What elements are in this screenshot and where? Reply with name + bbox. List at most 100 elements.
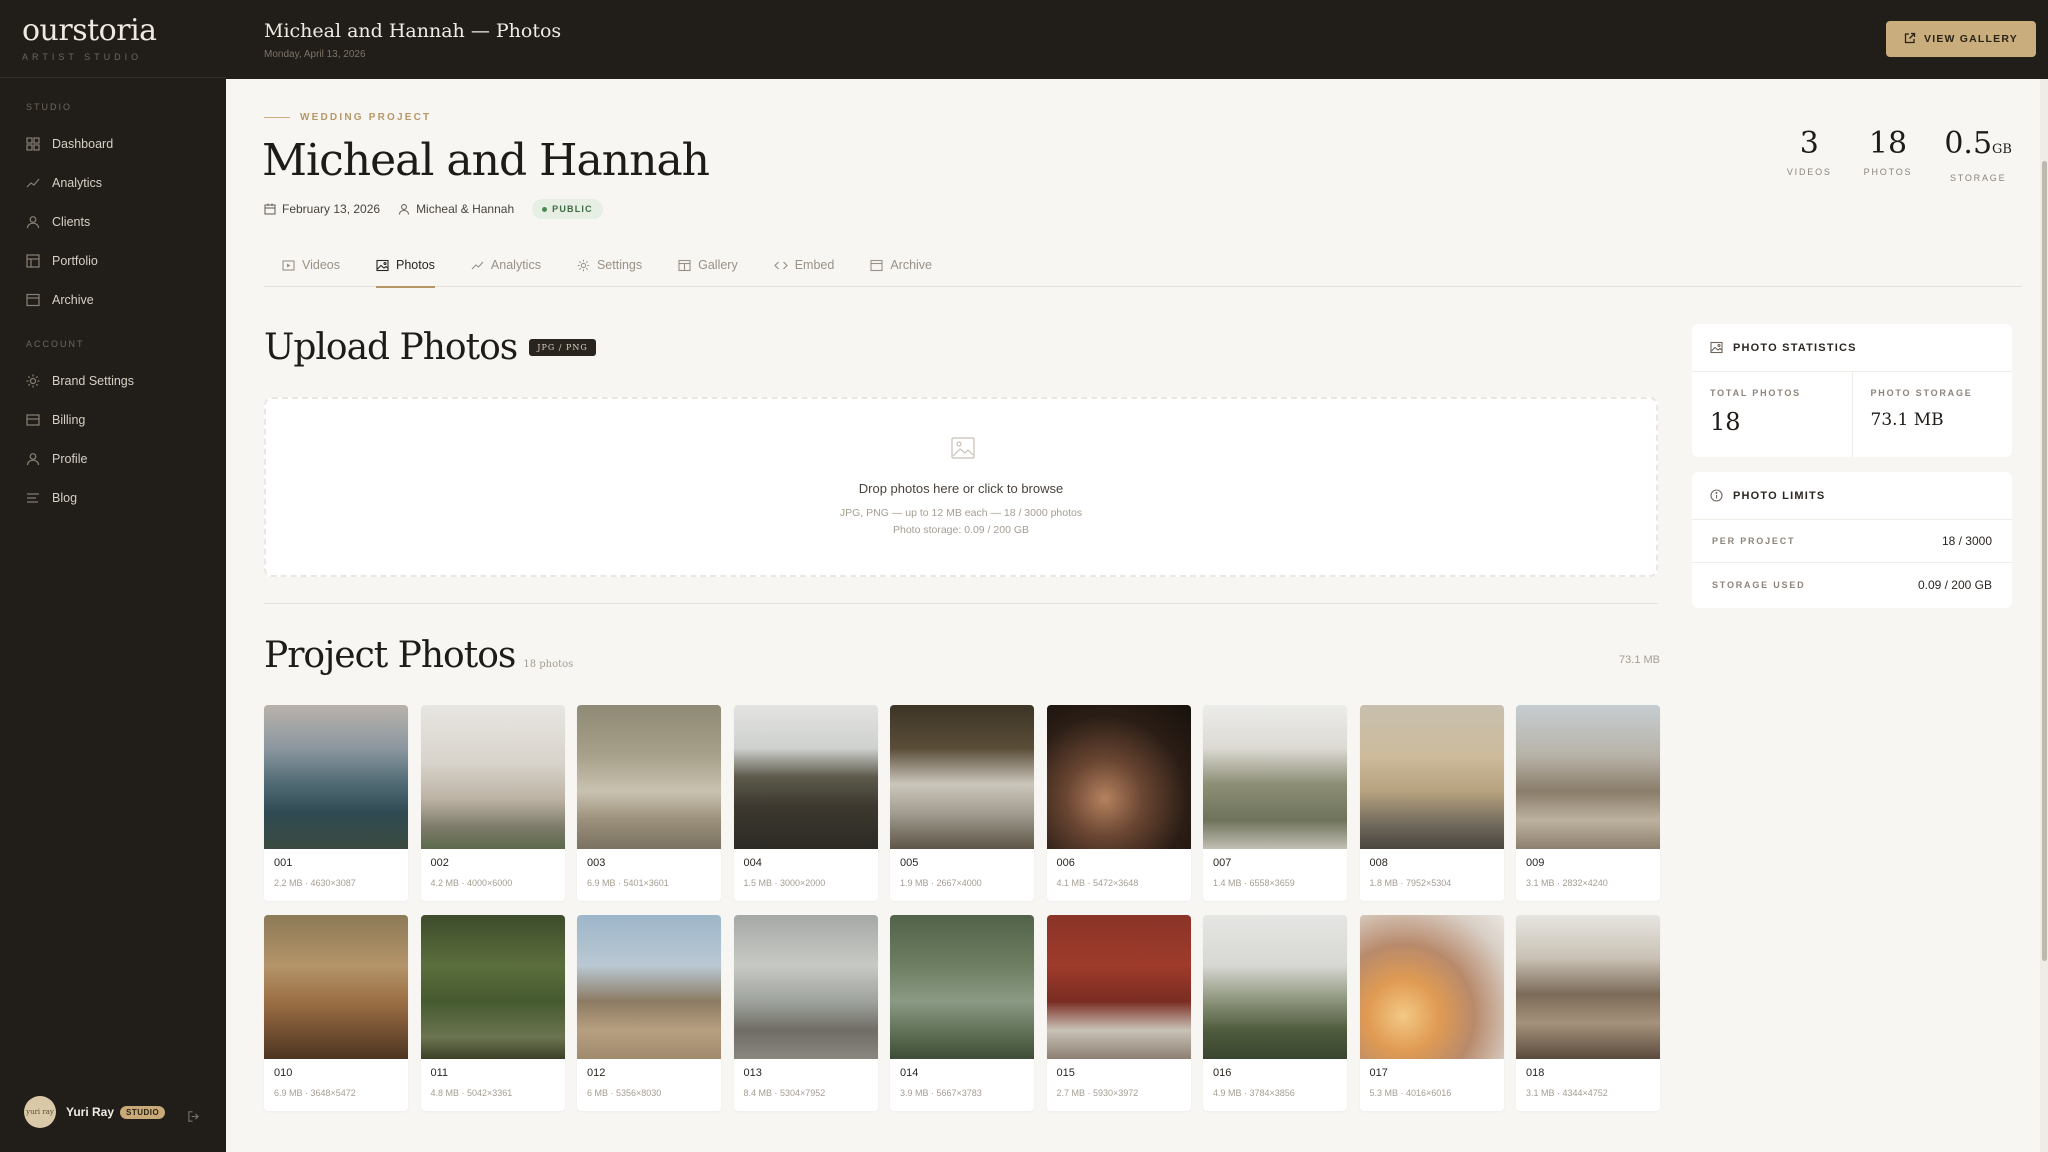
photo-number: 014 [900,1067,919,1079]
image-upload-icon [951,437,975,464]
limit-row-storage: STORAGE USED 0.09 / 200 GB [1692,563,2012,606]
photo-thumbnail[interactable] [1046,705,1191,849]
sidebar-item-label: Blog [52,490,78,505]
archive-icon [870,259,883,271]
photos-total-size: 73.1 MB [1619,654,1660,666]
photo-card[interactable]: 011 4.8 MB · 5042×3361 [420,915,565,1111]
sidebar-item-portfolio[interactable]: Portfolio [0,241,226,280]
photo-dropzone[interactable]: Drop photos here or click to browse JPG,… [264,397,1658,577]
eyebrow-line [264,117,290,118]
image-icon [376,259,389,271]
photo-thumbnail[interactable] [1203,915,1347,1059]
photo-card[interactable]: 012 6 MB · 5356×8030 [577,915,721,1111]
photo-thumbnail[interactable] [264,915,408,1059]
photo-card[interactable]: 013 8.4 MB · 5304×7952 [733,915,878,1111]
sidebar-item-dashboard[interactable]: Dashboard [0,124,226,163]
tab-photos[interactable]: Photos [358,243,453,288]
studio-nav: Dashboard Analytics Clients Portfolio Ar… [0,124,226,319]
sidebar: ourstoria ARTIST STUDIO STUDIO Dashboard… [0,0,226,1152]
view-gallery-label: VIEW GALLERY [1924,33,2018,45]
photo-card[interactable]: 005 1.9 MB · 2667×4000 [890,705,1034,901]
tab-settings[interactable]: Settings [559,243,660,287]
sidebar-item-clients[interactable]: Clients [0,202,226,241]
user-profile[interactable]: yuri ray Yuri Ray STUDIO [24,1096,204,1128]
logout-icon[interactable] [187,1110,200,1128]
photo-meta: 2.7 MB · 5930×3972 [1056,1088,1139,1098]
photo-card[interactable]: 017 5.3 MB · 4016×6016 [1359,915,1504,1111]
tab-label: Settings [596,258,643,272]
photo-thumbnail[interactable] [264,705,408,849]
tab-archive[interactable]: Archive [852,243,950,287]
archive-icon [26,293,40,307]
tab-label: Analytics [490,258,541,272]
stat-label: STORAGE [1949,173,2007,183]
user-icon [26,452,40,466]
user-icon [399,204,410,215]
photo-thumbnail[interactable] [1203,705,1347,849]
photo-number: 016 [1213,1067,1232,1079]
lines-icon [26,491,40,505]
photo-card[interactable]: 002 4.2 MB · 4000×6000 [420,705,565,901]
photo-card[interactable]: 004 1.5 MB · 3000×2000 [733,705,878,901]
photo-storage-stat: PHOTO STORAGE 73.1 MB [1851,372,2013,457]
project-date: February 13, 2026 [264,202,380,216]
calendar-icon [264,203,276,215]
photo-thumbnail[interactable] [1516,915,1660,1059]
photo-caption: 003 6.9 MB · 5401×3601 [577,849,721,888]
photo-card[interactable]: 010 6.9 MB · 3648×5472 [264,915,408,1111]
sidebar-item-analytics[interactable]: Analytics [0,163,226,202]
photo-thumbnail[interactable] [577,705,721,849]
sidebar-item-billing[interactable]: Billing [0,400,226,439]
dropzone-storage: Photo storage: 0.09 / 200 GB [892,524,1029,536]
tab-embed[interactable]: Embed [756,243,853,287]
photo-caption: 009 3.1 MB · 2832×4240 [1516,849,1660,888]
photo-card[interactable]: 018 3.1 MB · 4344×4752 [1516,915,1660,1111]
photo-thumbnail[interactable] [1359,705,1504,849]
photo-thumbnail[interactable] [420,915,565,1059]
stat-label: PHOTOS [1863,167,1913,177]
sidebar-item-brand-settings[interactable]: Brand Settings [0,361,226,400]
sidebar-item-profile[interactable]: Profile [0,439,226,478]
panel-title: PHOTO STATISTICS [1733,341,1857,354]
photo-thumbnail[interactable] [733,705,878,849]
panel-title: PHOTO LIMITS [1733,489,1826,502]
photo-thumbnail[interactable] [733,915,878,1059]
visibility-badge: PUBLIC [532,199,603,219]
project-stats: 3 VIDEOS 18 PHOTOS 0.5GB STORAGE [1787,127,2012,184]
brand-logo[interactable]: ourstoria ARTIST STUDIO [0,0,226,78]
photo-card[interactable]: 003 6.9 MB · 5401×3601 [577,705,721,901]
photo-card[interactable]: 001 2.2 MB · 4630×3087 [264,705,408,901]
limit-value: 18 / 3000 [1941,534,1992,548]
photo-thumbnail[interactable] [890,705,1034,849]
sidebar-item-archive[interactable]: Archive [0,280,226,319]
photo-thumbnail[interactable] [1359,915,1504,1059]
sidebar-item-blog[interactable]: Blog [0,478,226,517]
photo-card[interactable]: 007 1.4 MB · 6558×3659 [1203,705,1347,901]
photo-card[interactable]: 014 3.9 MB · 5667×3783 [890,915,1034,1111]
photo-caption: 011 4.8 MB · 5042×3361 [421,1059,565,1098]
photo-thumbnail[interactable] [1516,705,1660,849]
photo-caption: 002 4.2 MB · 4000×6000 [421,849,565,888]
tab-analytics[interactable]: Analytics [453,243,559,287]
photo-card[interactable]: 016 4.9 MB · 3784×3856 [1203,915,1347,1111]
tab-label: Archive [890,258,933,272]
photo-limits-panel: PHOTO LIMITS PER PROJECT 18 / 3000 STORA… [1692,472,2012,608]
photo-card[interactable]: 015 2.7 MB · 5930×3972 [1046,915,1191,1111]
photo-caption: 016 4.9 MB · 3784×3856 [1203,1059,1347,1098]
photo-card[interactable]: 009 3.1 MB · 2832×4240 [1516,705,1660,901]
view-gallery-button[interactable]: VIEW GALLERY [1886,21,2036,57]
photo-caption: 014 3.9 MB · 5667×3783 [890,1059,1034,1098]
logo-tagline: ARTIST STUDIO [22,52,143,62]
scrollbar-thumb[interactable] [2042,161,2047,961]
photo-thumbnail[interactable] [577,915,721,1059]
tab-videos[interactable]: Videos [264,243,358,287]
page-scrollbar[interactable] [2040,79,2048,1152]
tab-gallery[interactable]: Gallery [660,243,756,287]
logo-wordmark: ourstoria [22,13,157,48]
photo-thumbnail[interactable] [420,705,565,849]
photo-card[interactable]: 008 1.8 MB · 7952×5304 [1359,705,1504,901]
project-type-eyebrow: WEDDING PROJECT [264,112,431,123]
photo-card[interactable]: 006 4.1 MB · 5472×3648 [1046,705,1191,901]
photo-thumbnail[interactable] [890,915,1034,1059]
photo-thumbnail[interactable] [1046,915,1191,1059]
